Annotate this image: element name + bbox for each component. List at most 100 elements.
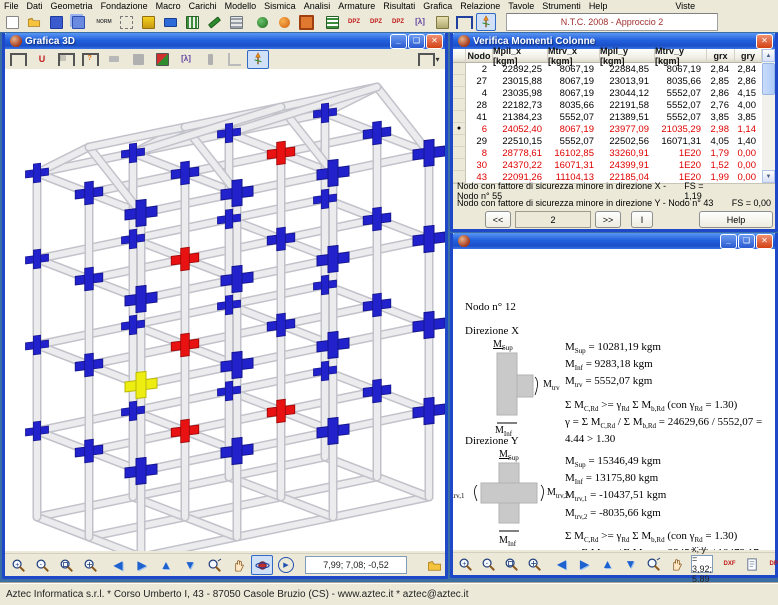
zoom-dynamic-icon[interactable] — [203, 555, 225, 575]
zoom-extents-icon[interactable] — [79, 555, 101, 575]
menu-help[interactable]: Help — [585, 1, 612, 11]
dpz-export-icon[interactable]: DPZ — [765, 554, 778, 574]
header-mpil-y[interactable]: Mpil_y [kgm] — [600, 49, 655, 63]
menu-strumenti[interactable]: Strumenti — [538, 1, 585, 11]
table-row[interactable]: 2 22892,25 8067,19 22884,85 8067,19 2,84… — [453, 63, 762, 75]
pan-up-icon[interactable]: ▲ — [155, 555, 177, 575]
header-mpil-x[interactable]: Mpil_x [kgm] — [493, 49, 548, 63]
menu-geometria[interactable]: Geometria — [47, 1, 97, 11]
close-button[interactable]: ✕ — [756, 34, 773, 49]
open-file-icon[interactable] — [24, 13, 44, 31]
dpz-x-icon[interactable]: DPZ — [388, 13, 408, 31]
hourglass-icon[interactable] — [138, 13, 158, 31]
displacement-icon[interactable]: U — [31, 50, 53, 69]
frame-hatch-icon[interactable]: ▤ — [55, 50, 77, 69]
menu-analisi[interactable]: Analisi — [300, 1, 335, 11]
dpz-arrow-icon[interactable]: DPZ — [344, 13, 364, 31]
prev-page-button[interactable]: << — [485, 211, 511, 228]
menu-fondazione[interactable]: Fondazione — [97, 1, 152, 11]
pan-right-icon[interactable]: ▶ — [131, 555, 153, 575]
table-row-current[interactable]: ● 6 24052,40 8067,19 23977,09 21035,29 2… — [453, 123, 762, 135]
table-row[interactable]: 8 28778,61 16102,85 33260,91 1E20 1,79 0… — [453, 147, 762, 159]
header-mtrv-x[interactable]: Mtrv_x [kgm] — [548, 49, 600, 63]
sphere-orange-icon[interactable] — [274, 13, 294, 31]
pan-hand-icon[interactable] — [666, 554, 687, 574]
scrollbar-thumb[interactable] — [762, 63, 775, 95]
save-view-icon[interactable] — [423, 555, 445, 575]
selection-marquee-icon[interactable] — [116, 13, 136, 31]
header-nodo[interactable]: Nodo — [466, 49, 493, 63]
grid-table-icon[interactable] — [322, 13, 342, 31]
header-gry[interactable]: gry — [735, 49, 762, 63]
pan-down-icon[interactable]: ▼ — [179, 555, 201, 575]
pan-hand-icon[interactable] — [227, 555, 249, 575]
zoom-out-icon[interactable]: - — [31, 555, 53, 575]
play-animation-icon[interactable]: ▶ — [275, 555, 297, 575]
help-button[interactable]: Help — [699, 211, 773, 228]
dpz-comb-icon[interactable]: DPZ — [366, 13, 386, 31]
new-document-icon[interactable] — [2, 13, 22, 31]
table-row[interactable]: 28 22182,73 8035,66 22191,58 5552,07 2,7… — [453, 99, 762, 111]
minimize-button[interactable]: _ — [390, 34, 407, 49]
minimize-button[interactable]: _ — [720, 234, 737, 249]
menu-carichi[interactable]: Carichi — [185, 1, 221, 11]
zoom-in-icon[interactable]: + — [7, 555, 29, 575]
orbit-3d-icon[interactable] — [251, 555, 273, 575]
coordinates-readout[interactable]: 7,99; 7,08; -0,52 — [305, 556, 407, 574]
zoom-extents-icon[interactable] — [524, 554, 545, 574]
menu-relazione[interactable]: Relazione — [456, 1, 504, 11]
pencil-icon[interactable] — [204, 13, 224, 31]
pan-down-icon[interactable]: ▼ — [620, 554, 641, 574]
save-icon[interactable] — [46, 13, 66, 31]
maximize-button[interactable]: ❏ — [408, 34, 425, 49]
table-row[interactable]: 27 23015,88 8067,19 23013,91 8035,66 2,8… — [453, 75, 762, 87]
close-button[interactable]: ✕ — [426, 34, 443, 49]
building-frame-icon[interactable] — [454, 13, 474, 31]
close-button[interactable]: ✕ — [756, 234, 773, 249]
info-button[interactable]: I — [631, 211, 653, 228]
frame-dropdown-icon[interactable]: ▾ — [413, 50, 445, 69]
menu-file[interactable]: File — [0, 1, 23, 11]
texture-map-icon[interactable] — [151, 50, 173, 69]
sphere-green-icon[interactable] — [252, 13, 272, 31]
menu-viste[interactable]: Viste — [671, 1, 699, 11]
menu-risultati[interactable]: Risultati — [379, 1, 419, 11]
model-3d-canvas[interactable] — [5, 69, 445, 551]
zoom-window-icon[interactable] — [501, 554, 522, 574]
zoom-window-icon[interactable] — [55, 555, 77, 575]
table-row[interactable]: 30 24370,22 16071,31 24399,91 1E20 1,52 … — [453, 159, 762, 171]
level-tool-icon[interactable] — [160, 13, 180, 31]
copy-icon[interactable] — [68, 13, 88, 31]
menu-macro[interactable]: Macro — [152, 1, 185, 11]
frame-query-icon[interactable]: ? — [79, 50, 101, 69]
report-titlebar[interactable]: _ ❏ ✕ — [453, 233, 775, 249]
page-number-field[interactable]: 2 — [515, 211, 591, 228]
menu-tavole[interactable]: Tavole — [504, 1, 538, 11]
box-red-icon[interactable] — [296, 13, 316, 31]
print-preview-icon[interactable] — [742, 554, 763, 574]
pan-left-icon[interactable]: ◀ — [107, 555, 129, 575]
grid-green-icon[interactable] — [182, 13, 202, 31]
scroll-up-icon[interactable]: ▲ — [762, 49, 775, 62]
pan-up-icon[interactable]: ▲ — [597, 554, 618, 574]
zoom-in-icon[interactable]: + — [455, 554, 476, 574]
frame-view-icon[interactable] — [7, 50, 29, 69]
menu-sismica[interactable]: Sismica — [260, 1, 300, 11]
maximize-button[interactable]: ❏ — [738, 234, 755, 249]
mode-shape-icon[interactable]: [λ] — [175, 50, 197, 69]
menu-modello[interactable]: Modello — [221, 1, 261, 11]
xy-coordinates-readout[interactable]: x; y = 3,92; 5,89 — [691, 555, 713, 573]
header-grx[interactable]: grx — [707, 49, 735, 63]
dxf-export-icon[interactable]: DXF — [719, 554, 740, 574]
section-comb-icon[interactable] — [226, 13, 246, 31]
render-torch-icon[interactable] — [247, 50, 269, 69]
header-mtrv-y[interactable]: Mtrv_y [kgm] — [655, 49, 707, 63]
next-page-button[interactable]: >> — [595, 211, 621, 228]
render-lightning-icon[interactable] — [476, 13, 496, 31]
hourglass-grid-icon[interactable] — [432, 13, 452, 31]
grafica-3d-titlebar[interactable]: Grafica 3D _ ❏ ✕ — [5, 33, 445, 49]
zoom-out-icon[interactable]: - — [478, 554, 499, 574]
menu-dati[interactable]: Dati — [23, 1, 47, 11]
pan-right-icon[interactable]: ▶ — [574, 554, 595, 574]
report-canvas[interactable]: Nodo n° 12 Direzione X MSup Mtrv MInf MS… — [453, 249, 775, 550]
